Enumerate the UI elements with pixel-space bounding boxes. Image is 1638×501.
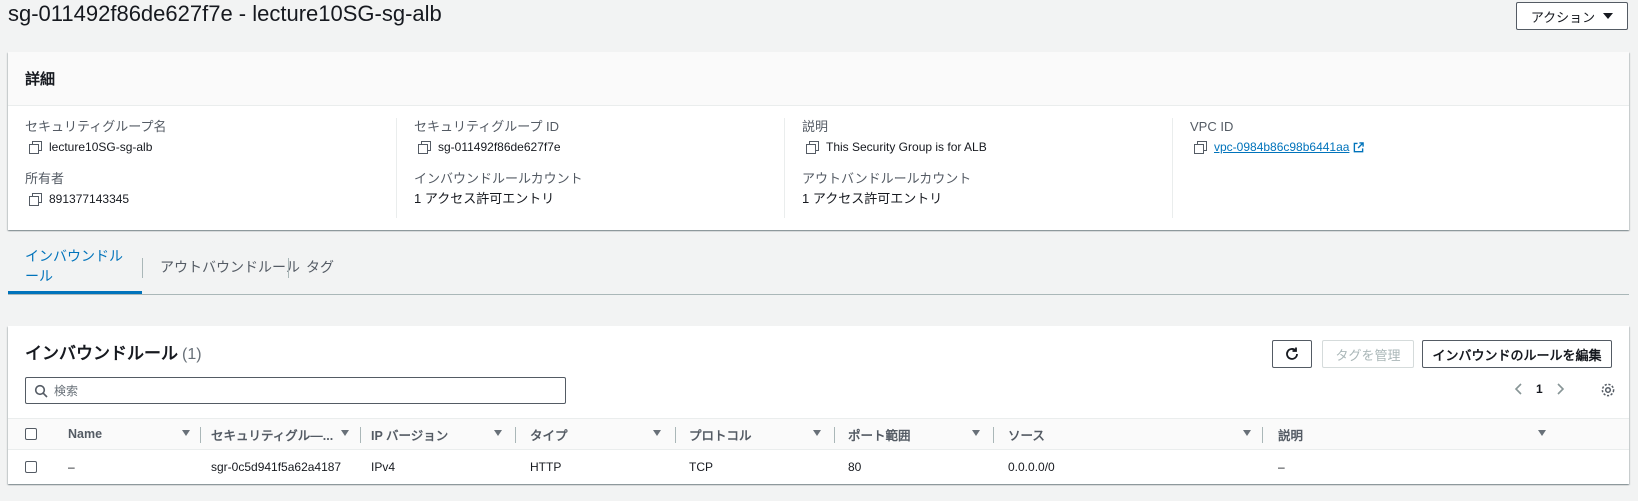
column-header-type[interactable]: タイプ [530, 419, 568, 449]
sort-icon[interactable] [1243, 430, 1251, 436]
rules-title: インバウンドルール [25, 344, 178, 363]
column-divider[interactable] [1262, 427, 1263, 443]
details-panel: 詳細 セキュリティグループ名 lecture10SG-sg-alb 所有者 89… [8, 52, 1629, 230]
inbound-count-field: インバウンドルールカウント 1 アクセス許可エントリ [414, 170, 583, 208]
sort-icon[interactable] [182, 430, 190, 436]
sg-id-value: sg-011492f86de627f7e [438, 140, 561, 154]
search-input[interactable] [54, 383, 534, 398]
search-icon [34, 384, 48, 398]
inbound-count-label: インバウンドルールカウント [414, 171, 583, 186]
cell-ip-version: IPv4 [371, 460, 396, 474]
copy-icon[interactable] [1194, 141, 1207, 154]
sort-icon[interactable] [813, 430, 821, 436]
actions-dropdown-button[interactable]: アクション [1516, 2, 1628, 30]
sort-icon[interactable] [341, 430, 349, 436]
rules-heading: インバウンドルール (1) [25, 339, 202, 364]
sg-name-label: セキュリティグループ名 [25, 119, 167, 134]
column-header-protocol[interactable]: プロトコル [689, 419, 752, 449]
outbound-count-label: アウトバンドルールカウント [802, 171, 972, 186]
page-number[interactable]: 1 [1536, 382, 1543, 396]
manage-tags-button[interactable]: タグを管理 [1322, 340, 1414, 368]
page-title: sg-011492f86de627f7e - lecture10SG-sg-al… [8, 1, 442, 26]
caret-down-icon [1603, 13, 1614, 19]
owner-label: 所有者 [25, 171, 65, 186]
copy-icon[interactable] [29, 193, 42, 206]
vpc-id-field: VPC ID vpc-0984b86c98b6441aa [1190, 118, 1365, 156]
column-divider[interactable] [200, 427, 201, 443]
cell-description: – [1278, 460, 1285, 474]
refresh-icon [1286, 347, 1298, 360]
details-column-4: VPC ID vpc-0984b86c98b6441aa [1172, 118, 1560, 218]
copy-icon[interactable] [806, 141, 819, 154]
cell-protocol: TCP [689, 460, 713, 474]
outbound-count-value: 1 アクセス許可エントリ [802, 191, 943, 206]
pagination: 1 [1514, 382, 1565, 396]
sort-icon[interactable] [653, 430, 661, 436]
column-header-name[interactable]: Name [68, 419, 102, 449]
owner-field: 所有者 891377143345 [25, 170, 129, 208]
details-column-1: セキュリティグループ名 lecture10SG-sg-alb 所有者 89137… [8, 118, 396, 218]
rules-count: (1) [182, 346, 202, 363]
chevron-left-icon[interactable] [1514, 382, 1524, 396]
refresh-button[interactable] [1272, 340, 1312, 368]
outbound-count-field: アウトバンドルールカウント 1 アクセス許可エントリ [802, 170, 971, 208]
column-header-ip-version[interactable]: IP バージョン [371, 419, 448, 449]
search-box[interactable] [25, 377, 566, 404]
sort-icon[interactable] [1538, 430, 1546, 436]
table-row[interactable]: – sgr-0c5d941f5a62a4187 IPv4 HTTP TCP 80… [8, 450, 1629, 484]
description-value: This Security Group is for ALB [826, 140, 987, 154]
inbound-rules-panel: インバウンドルール(1) タグを管理 インバウンドのルールを編集 1 Name [8, 326, 1629, 484]
select-all-checkbox[interactable] [25, 428, 37, 440]
cell-port-range: 80 [848, 460, 862, 474]
column-divider[interactable] [515, 427, 516, 443]
owner-value: 891377143345 [49, 192, 130, 206]
tab-bar: インバウンドルール アウトバウンドルール タグ [8, 240, 1629, 295]
details-column-3: 説明 This Security Group is for ALB アウトバンド… [784, 118, 1172, 218]
actions-label: アクション [1530, 9, 1596, 25]
tab-tags[interactable]: タグ [289, 240, 351, 294]
vpc-id-link[interactable]: vpc-0984b86c98b6441aa [1214, 138, 1349, 156]
row-checkbox[interactable] [25, 461, 37, 473]
settings-gear-icon[interactable] [1600, 382, 1616, 398]
description-label: 説明 [802, 119, 829, 134]
copy-icon[interactable] [29, 141, 42, 154]
sg-id-field: セキュリティグループ ID sg-011492f86de627f7e [414, 118, 561, 156]
chevron-right-icon[interactable] [1555, 382, 1565, 396]
column-header-description[interactable]: 説明 [1278, 419, 1303, 449]
copy-icon[interactable] [418, 141, 431, 154]
details-column-2: セキュリティグループ ID sg-011492f86de627f7e インバウン… [396, 118, 784, 218]
vpc-id-label: VPC ID [1190, 119, 1234, 134]
sg-name-value: lecture10SG-sg-alb [49, 140, 153, 154]
edit-inbound-rules-button[interactable]: インバウンドのルールを編集 [1422, 340, 1612, 368]
cell-name: – [68, 460, 75, 474]
sg-name-field: セキュリティグループ名 lecture10SG-sg-alb [25, 118, 166, 156]
cell-security-group-rule-id: sgr-0c5d941f5a62a4187 [211, 460, 342, 474]
column-divider[interactable] [360, 427, 361, 443]
sort-icon[interactable] [494, 430, 502, 436]
column-header-source[interactable]: ソース [1008, 419, 1045, 449]
description-field: 説明 This Security Group is for ALB [802, 118, 987, 156]
column-header-port-range[interactable]: ポート範囲 [848, 419, 911, 449]
external-link-icon [1354, 141, 1365, 152]
cell-source: 0.0.0.0/0 [1008, 460, 1055, 474]
column-header-security-group-rule[interactable]: セキュリティグル―... [211, 419, 333, 449]
sort-icon[interactable] [972, 430, 980, 436]
details-title: 詳細 [8, 52, 1629, 106]
tab-inbound-rules[interactable]: インバウンドルール [8, 240, 142, 294]
column-divider[interactable] [993, 427, 994, 443]
table-header: Name セキュリティグル―... IP バージョン タイプ プロトコル ポート… [8, 418, 1629, 450]
column-divider[interactable] [834, 427, 835, 443]
column-divider[interactable] [675, 427, 676, 443]
sg-id-label: セキュリティグループ ID [414, 119, 560, 134]
cell-type: HTTP [530, 460, 562, 474]
inbound-count-value: 1 アクセス許可エントリ [414, 191, 555, 206]
